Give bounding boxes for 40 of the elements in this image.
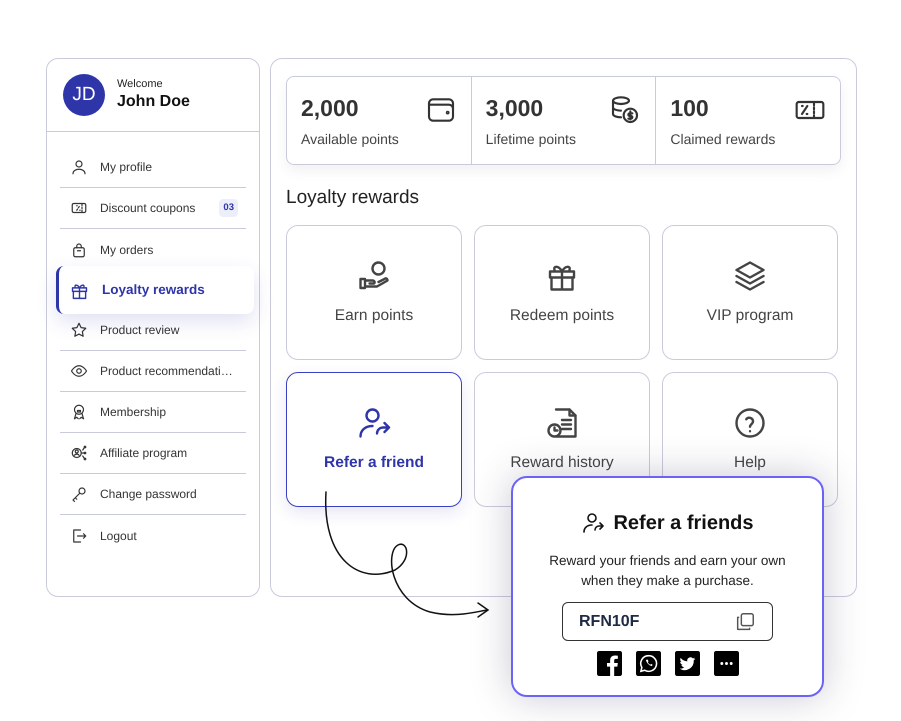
whatsapp-icon[interactable] [636,651,660,676]
avatar: JD [63,74,105,116]
referral-code-field[interactable]: RFN10F [562,602,773,641]
stat-value: 3,000 [486,97,544,120]
reward-tile[interactable]: Redeem points [474,224,650,360]
reward-tile[interactable]: VIP program [662,224,838,360]
logout-icon [70,526,88,544]
menu-item[interactable]: Change password [60,474,246,515]
reward-tile[interactable]: Refer a friend [286,372,462,507]
popup-title: Refer a friends [613,511,754,536]
user-name: John Doe [117,92,190,112]
menu-item[interactable]: Membership [60,392,246,433]
popup-text: Reward your friends and earn your own when they make a purchase. [548,552,787,590]
eye-icon [70,362,88,380]
greeting: Welcome [117,78,164,92]
stat-label: Lifetime points [486,130,576,149]
network-icon [70,444,88,462]
stat-value: 2,000 [301,97,360,120]
menu-item[interactable]: My profile [60,147,246,188]
star-icon [70,321,88,339]
stat-label: Available points [301,130,399,149]
bag-icon [70,240,88,258]
section-title: Loyalty rewards [286,186,420,210]
more-icon[interactable] [714,651,738,676]
copy-icon [734,610,756,632]
menu-item[interactable]: Discount coupons 03 [60,188,246,229]
facebook-icon[interactable] [596,651,622,676]
person-share-icon [581,511,606,535]
count-badge: 03 [219,198,238,218]
stat-label: Claimed rewards [670,130,776,149]
menu-item[interactable]: Product review [60,310,246,351]
key-icon [70,485,88,503]
person-icon [70,158,88,176]
reward-tile[interactable]: Earn points [286,224,462,360]
stat-value: 100 [670,97,710,120]
menu-item[interactable]: Product recommendati… [60,351,246,392]
menu-item[interactable]: Logout [60,515,246,556]
bird-icon[interactable] [674,651,700,676]
menu-item[interactable]: Affiliate program [60,433,246,474]
menu-item[interactable]: Loyalty rewards [56,266,254,314]
